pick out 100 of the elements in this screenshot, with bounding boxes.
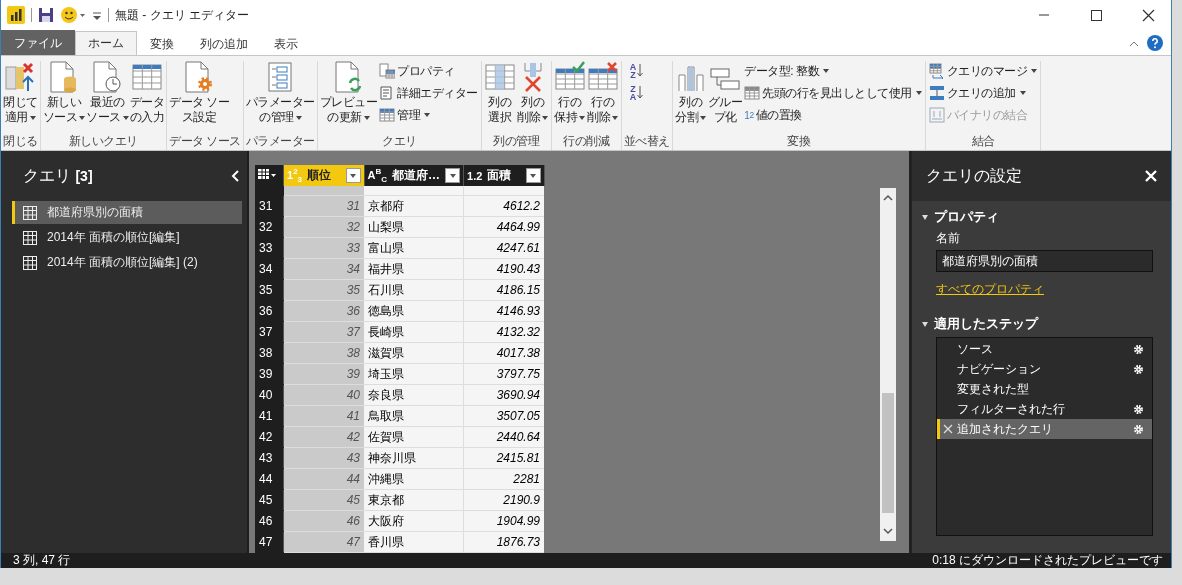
ribbon-button[interactable]: プレビュー の更新 <box>319 61 378 133</box>
ribbon-button[interactable]: 行の 保持 <box>553 61 586 133</box>
table-cell: 4146.93 <box>463 300 544 322</box>
table-cell: 京都府 <box>364 195 464 217</box>
customize-menu-icon[interactable] <box>92 9 102 21</box>
scroll-up-icon[interactable] <box>883 194 893 201</box>
table-cell: 大阪府 <box>364 510 464 532</box>
step-item[interactable]: 変更された型 <box>937 379 1152 399</box>
app-logo-icon[interactable] <box>7 6 25 24</box>
ribbon-button[interactable]: クエリのマージ <box>927 61 1039 81</box>
filter-dropdown-icon[interactable] <box>345 168 361 183</box>
ribbon-button[interactable]: 新しい ソース <box>42 61 85 133</box>
help-icon[interactable] <box>1147 34 1163 51</box>
ribbon-button[interactable]: パラメーター の管理 <box>245 61 315 133</box>
maximize-icon[interactable] <box>1089 8 1103 22</box>
window-title: 無題 - クエリ エディター <box>115 6 249 24</box>
ribbon-button[interactable]: 先頭の行を見出しとして使用 <box>743 83 923 103</box>
ribbon-button[interactable]: データ型: 整数 <box>743 61 923 81</box>
sort-button[interactable]: Z A <box>623 83 650 103</box>
column-header[interactable]: A$^{B}$$_{C}$ 都道府… <box>364 165 464 186</box>
ribbon-button[interactable]: クエリの追加 <box>927 83 1039 103</box>
column-header[interactable]: 1.2 面積 <box>463 165 544 186</box>
ribbon-button[interactable]: プロパティ <box>378 61 479 81</box>
ribbon-tab[interactable]: ホーム <box>75 31 137 55</box>
ribbon-tab[interactable]: ファイル <box>1 30 75 55</box>
section-heading: プロパティ <box>934 209 999 226</box>
row-number: 42 <box>255 426 284 448</box>
filter-dropdown-icon[interactable] <box>445 168 460 183</box>
table-cell: 香川県 <box>364 531 464 553</box>
table-cell: 埼玉県 <box>364 363 464 385</box>
ribbon-button[interactable]: 最近の ソース <box>86 61 129 133</box>
table-cell: 佐賀県 <box>364 426 464 448</box>
down-arrow-icon <box>637 86 644 100</box>
scrollbar[interactable] <box>880 188 896 541</box>
ribbon-button[interactable]: 列の 削除 <box>516 61 549 133</box>
status-text: 0:18 にダウンロードされたプレビューです <box>932 552 1163 569</box>
step-item[interactable]: 追加されたクエリ <box>937 419 1152 439</box>
gear-icon[interactable] <box>1133 343 1144 355</box>
group-label: 並べ替え <box>623 133 670 150</box>
row-number: 38 <box>255 342 284 364</box>
column-header[interactable]: 1$^{2}$$_{3}$ 順位 <box>283 165 364 186</box>
ribbon-tab[interactable]: 変換 <box>137 32 187 55</box>
ribbon-button[interactable]: 行の 削除 <box>586 61 619 133</box>
row-number: 34 <box>255 258 284 280</box>
close-icon[interactable] <box>1141 8 1155 22</box>
step-item[interactable]: フィルターされた行 <box>937 399 1152 419</box>
ribbon-tab[interactable]: 表示 <box>261 32 311 55</box>
query-item[interactable]: 都道府県別の面積 <box>12 201 242 224</box>
group-label: 閉じる <box>3 133 38 150</box>
query-item[interactable]: 2014年 面積の順位[編集] (2) <box>12 251 242 274</box>
smiley-icon[interactable] <box>60 6 86 24</box>
table-cell: 4186.15 <box>463 279 544 301</box>
row-number: 39 <box>255 363 284 385</box>
table-cell: 4017.38 <box>463 342 544 364</box>
table-icon <box>23 205 37 220</box>
ribbon-button[interactable]: グルー プ化 <box>707 61 743 133</box>
ribbon-button[interactable]: データ ソー ス設定 <box>169 61 230 133</box>
table-icon <box>130 61 163 93</box>
table-cell: 滋賀県 <box>364 342 464 364</box>
delete-icon[interactable] <box>943 424 953 434</box>
all-properties-link[interactable]: すべてのプロパティ <box>936 281 1044 298</box>
combine-icon <box>928 107 945 123</box>
table-cell: 山梨県 <box>364 216 464 238</box>
table-cell: 4612.2 <box>463 195 544 217</box>
row-number: 44 <box>255 468 284 490</box>
ribbon-button[interactable]: 詳細エディター <box>378 83 479 103</box>
table-icon <box>23 255 37 270</box>
table-icon <box>23 230 37 245</box>
save-icon[interactable] <box>38 7 54 23</box>
scroll-down-icon[interactable] <box>883 528 893 535</box>
table-cell: 2281 <box>463 468 544 490</box>
collapse-panel-icon[interactable] <box>231 170 239 182</box>
filter-dropdown-icon[interactable] <box>525 168 541 183</box>
table-cross-icon <box>586 61 619 93</box>
table-cell: 4464.99 <box>463 216 544 238</box>
group-label: クエリ <box>381 133 418 150</box>
step-item[interactable]: ソース <box>937 339 1152 359</box>
document-clock-icon <box>91 61 124 93</box>
gear-icon[interactable] <box>1133 403 1144 415</box>
expander-icon[interactable] <box>922 215 928 220</box>
row-number: 35 <box>255 279 284 301</box>
table-cell: 1904.99 <box>463 510 544 532</box>
append-icon <box>928 85 945 101</box>
table-cell: 2190.9 <box>463 489 544 511</box>
row-number: 47 <box>255 531 284 553</box>
query-item[interactable]: 2014年 面積の順位[編集] <box>12 226 242 249</box>
gear-icon[interactable] <box>1133 363 1144 375</box>
ribbon-button[interactable]: 管理 <box>378 105 479 125</box>
ribbon-button[interactable]: 列の 選択 <box>483 61 516 133</box>
scroll-thumb[interactable] <box>882 393 894 513</box>
ribbon-button[interactable]: 列の 分割 <box>674 61 707 133</box>
ribbon-button[interactable]: 閉じて 適用 <box>3 61 38 133</box>
expander-icon[interactable] <box>922 322 928 327</box>
sort-button[interactable]: A Z <box>623 61 650 81</box>
ribbon-button[interactable]: データ の入力 <box>129 61 164 133</box>
step-item[interactable]: ナビゲーション <box>937 359 1152 379</box>
name-field[interactable]: 都道府県別の面積 <box>936 250 1153 272</box>
ribbon-tab[interactable]: 列の追加 <box>187 32 261 55</box>
row-number: 36 <box>255 300 284 322</box>
table-menu-icon[interactable] <box>258 168 276 180</box>
